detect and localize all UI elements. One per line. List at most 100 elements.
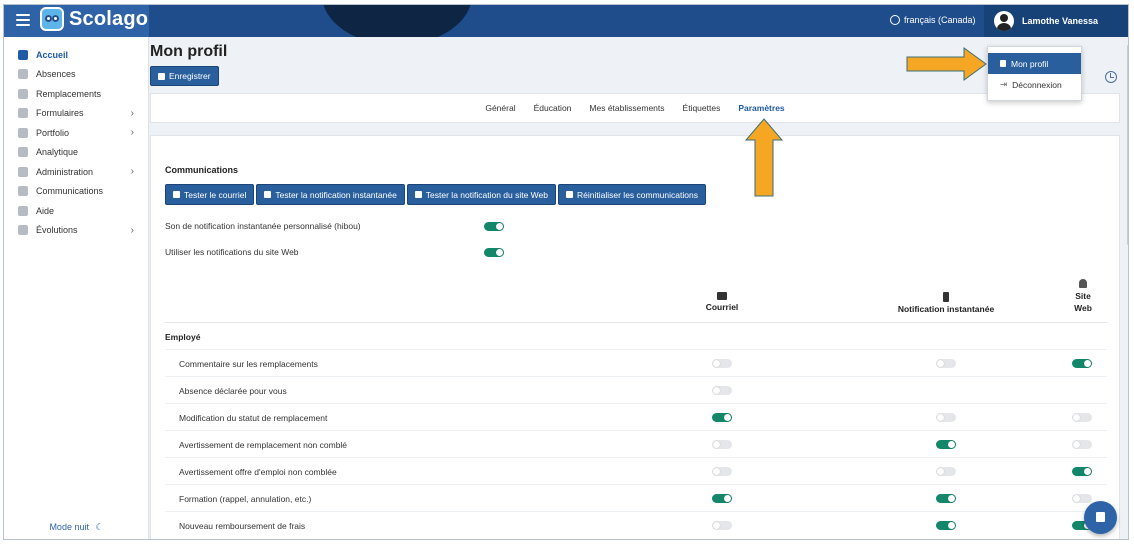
sidebar-item-label: Portfolio <box>36 127 70 138</box>
language-selector[interactable]: français (Canada) <box>890 15 976 25</box>
sidebar-item-accueil[interactable]: Accueil <box>4 45 148 65</box>
history-icon[interactable] <box>1105 71 1117 83</box>
table-row: Modification du statut de remplacement <box>165 403 1107 430</box>
group-title: Employé <box>165 332 201 342</box>
floppy-icon <box>158 72 165 80</box>
tab-1[interactable]: Éducation <box>525 103 581 113</box>
menu-item-logout[interactable]: ⇥ Déconnexion <box>988 74 1081 95</box>
night-mode-label: Mode nuit <box>49 522 89 532</box>
menu-item-logout-label: Déconnexion <box>1012 79 1062 90</box>
column-site-web-label: Site Web <box>1074 291 1092 313</box>
toggle-instantanee[interactable] <box>936 413 956 422</box>
annotation-arrow-right <box>906 47 987 81</box>
sidebar-item-remplacements[interactable]: Remplacements <box>4 84 148 104</box>
toggle-courriel[interactable] <box>712 440 732 449</box>
table-row: Commentaire sur les remplacements <box>165 349 1107 376</box>
bell-icon <box>1079 279 1087 288</box>
annotation-arrow-up <box>744 118 784 197</box>
tab-2[interactable]: Mes établissements <box>580 103 673 113</box>
sidebar-item-communications[interactable]: Communications <box>4 182 148 202</box>
sidebar-item-formulaires[interactable]: Formulaires › <box>4 104 148 124</box>
app-name: Scolago <box>69 7 149 30</box>
tab-0[interactable]: Général <box>476 103 524 113</box>
home-icon <box>18 49 28 60</box>
toggle-site-web[interactable] <box>1072 413 1092 422</box>
toggle-courriel[interactable] <box>712 386 732 395</box>
save-button-label: Enregistrer <box>169 71 211 81</box>
sidebar-item-aide[interactable]: Aide <box>4 201 148 221</box>
table-row: Nouveau remboursement de frais <box>165 511 1107 538</box>
toggle-site-web[interactable] <box>1072 359 1092 368</box>
user-dropdown-menu: Mon profil ⇥ Déconnexion <box>987 46 1082 101</box>
toggle-owl-sound[interactable] <box>484 222 504 231</box>
toggle-site-web[interactable] <box>1072 494 1092 503</box>
toggle-courriel[interactable] <box>712 467 732 476</box>
save-button[interactable]: Enregistrer <box>150 66 219 86</box>
bell-icon <box>414 191 422 198</box>
sidebar-item-absences[interactable]: Absences <box>4 65 148 85</box>
row-label: Modification du statut de remplacement <box>179 413 328 423</box>
language-label: français (Canada) <box>904 15 976 25</box>
globe-icon <box>890 15 900 25</box>
night-mode-toggle[interactable]: Mode nuit ☾ <box>4 522 149 533</box>
column-courriel-label: Courriel <box>705 302 739 312</box>
sidebar-item-label: Évolutions <box>36 225 78 236</box>
toggle-instantanee[interactable] <box>936 521 956 530</box>
toggle-courriel[interactable] <box>712 413 732 422</box>
row-label: Avertissement offre d'emploi non comblée <box>179 467 337 477</box>
chevron-right-icon: › <box>130 224 134 236</box>
option-label-web-notifications: Utiliser les notifications du site Web <box>165 247 299 257</box>
phone-icon <box>264 191 272 198</box>
comm-button-label: Tester le courriel <box>184 189 247 200</box>
option-label-owl-sound: Son de notification instantanée personna… <box>165 221 361 231</box>
sidebar-item-analytique[interactable]: Analytique <box>4 143 148 163</box>
scrollbar[interactable] <box>1127 45 1128 245</box>
table-row: Avertissement de remplacement non comblé <box>165 430 1107 457</box>
user-icon <box>1000 60 1006 67</box>
toggle-courriel[interactable] <box>712 494 732 503</box>
megaphone-icon <box>18 186 28 197</box>
floating-save-button[interactable] <box>1084 501 1117 534</box>
toggle-site-web[interactable] <box>1072 467 1092 476</box>
row-label: Nouveau remboursement de frais <box>179 521 306 531</box>
sidebar-item-evolutions[interactable]: Évolutions › <box>4 221 148 241</box>
row-label: Absence déclarée pour vous <box>179 386 287 396</box>
moon-icon: ☾ <box>95 522 104 532</box>
hamburger-menu-icon[interactable] <box>16 14 30 26</box>
user-name: Lamothe Vanessa <box>1022 16 1099 26</box>
table-row: Avertissement offre d'emploi non comblée <box>165 457 1107 484</box>
toggle-courriel[interactable] <box>712 521 732 530</box>
sidebar-item-label: Aide <box>36 205 55 216</box>
envelope-icon <box>173 191 180 198</box>
chevron-right-icon: › <box>130 107 134 119</box>
logout-icon: ⇥ <box>1000 79 1008 89</box>
toggle-instantanee[interactable] <box>936 467 956 476</box>
toggle-site-web[interactable] <box>1072 440 1092 449</box>
toggle-web-notifications[interactable] <box>484 248 504 257</box>
sidebar-item-administration[interactable]: Administration › <box>4 162 148 182</box>
menu-item-my-profile[interactable]: Mon profil <box>988 53 1081 74</box>
user-menu-toggle[interactable]: Lamothe Vanessa <box>984 5 1128 37</box>
sidebar-item-portfolio[interactable]: Portfolio › <box>4 123 148 143</box>
toggle-instantanee[interactable] <box>936 440 956 449</box>
sidebar-item-label: Absences <box>36 69 76 80</box>
comm-button-2[interactable]: Tester la notification du site Web <box>406 184 557 205</box>
row-label: Commentaire sur les remplacements <box>179 359 318 369</box>
tab-4[interactable]: Paramètres <box>729 103 793 113</box>
toggle-instantanee[interactable] <box>936 359 956 368</box>
toggle-courriel[interactable] <box>712 359 732 368</box>
comm-button-3[interactable]: Réinitialiser les communications <box>558 184 706 205</box>
settings-card: Communications Tester le courriel Tester … <box>150 135 1120 539</box>
comm-button-1[interactable]: Tester la notification instantanée <box>256 184 405 205</box>
header-decoration <box>322 5 472 37</box>
comm-button-0[interactable]: Tester le courriel <box>165 184 255 205</box>
row-label: Avertissement de remplacement non comblé <box>179 440 348 450</box>
column-site-web: Site Web <box>1063 279 1103 314</box>
owl-logo-icon <box>40 7 64 31</box>
sprout-icon <box>18 225 28 236</box>
tab-3[interactable]: Étiquettes <box>674 103 730 113</box>
toggle-instantanee[interactable] <box>936 494 956 503</box>
comm-button-label: Tester la notification instantanée <box>275 189 397 200</box>
app-logo[interactable]: Scolago <box>40 7 148 31</box>
avatar <box>994 11 1014 31</box>
